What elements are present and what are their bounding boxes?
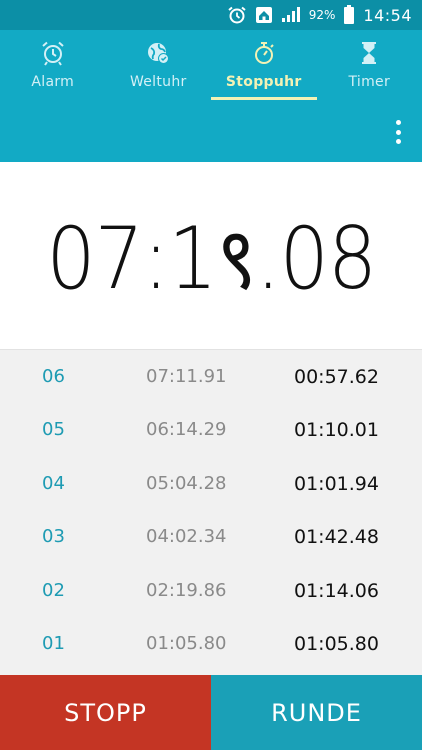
lap-total-time: 01:05.80 [146,633,227,654]
home-icon [255,6,273,24]
lap-number: 01 [42,633,65,654]
timer-panel: 07:1९.08 [0,162,422,350]
lap-number: 06 [42,366,65,387]
lap-row: 04 05:04.28 01:01.94 [0,457,422,510]
tab-stoppuhr-label: Stoppuhr [225,74,302,90]
battery-icon [343,5,355,25]
alarm-clock-icon [40,40,66,66]
lap-row: 03 04:02.34 01:42.48 [0,510,422,563]
signal-icon [281,7,301,23]
lap-button[interactable]: RUNDE [211,675,422,750]
tab-alarm[interactable]: Alarm [0,30,106,102]
tab-weltuhr-label: Weltuhr [129,74,187,90]
lap-split-time: 01:42.48 [294,525,379,548]
alarm-icon [227,6,247,24]
elapsed-time: 07:1९.08 [46,209,377,309]
lap-total-time: 04:02.34 [146,526,227,547]
lap-total-time: 05:04.28 [146,473,227,494]
lap-row: 06 07:11.91 00:57.62 [0,350,422,403]
globe-clock-icon [145,40,171,66]
lap-number: 03 [42,526,65,547]
tab-bar: Alarm Weltuhr Stoppuhr Timer [0,30,422,102]
more-options-icon[interactable] [394,120,402,144]
tab-stoppuhr[interactable]: Stoppuhr [211,30,317,102]
lap-number: 02 [42,580,65,601]
lap-total-time: 07:11.91 [146,366,227,387]
lap-number: 04 [42,473,65,494]
tab-timer[interactable]: Timer [317,30,422,102]
app-bar: Alarm Weltuhr Stoppuhr Timer [0,30,422,162]
stopwatch-icon [251,40,277,66]
lap-row: 02 02:19.86 01:14.06 [0,564,422,617]
lap-row: 05 06:14.29 01:10.01 [0,403,422,456]
lap-split-time: 01:14.06 [294,579,379,602]
lap-number: 05 [42,419,65,440]
lap-total-time: 02:19.86 [146,580,227,601]
lap-split-time: 01:05.80 [294,632,379,655]
tab-alarm-label: Alarm [31,74,75,90]
lap-split-time: 01:01.94 [294,472,379,495]
hourglass-icon [356,40,382,66]
status-time: 14:54 [363,5,412,25]
lap-total-time: 06:14.29 [146,419,227,440]
lap-list: 06 07:11.91 00:57.62 05 06:14.29 01:10.0… [0,350,422,675]
battery-percent: 92% [308,8,336,22]
lap-split-time: 01:10.01 [294,418,379,441]
tab-timer-label: Timer [348,74,391,90]
lap-split-time: 00:57.62 [294,365,379,388]
lap-row: 01 01:05.80 01:05.80 [0,617,422,670]
status-bar: 92% 14:54 [0,0,422,30]
tab-weltuhr[interactable]: Weltuhr [106,30,212,102]
stop-button[interactable]: STOPP [0,675,211,750]
